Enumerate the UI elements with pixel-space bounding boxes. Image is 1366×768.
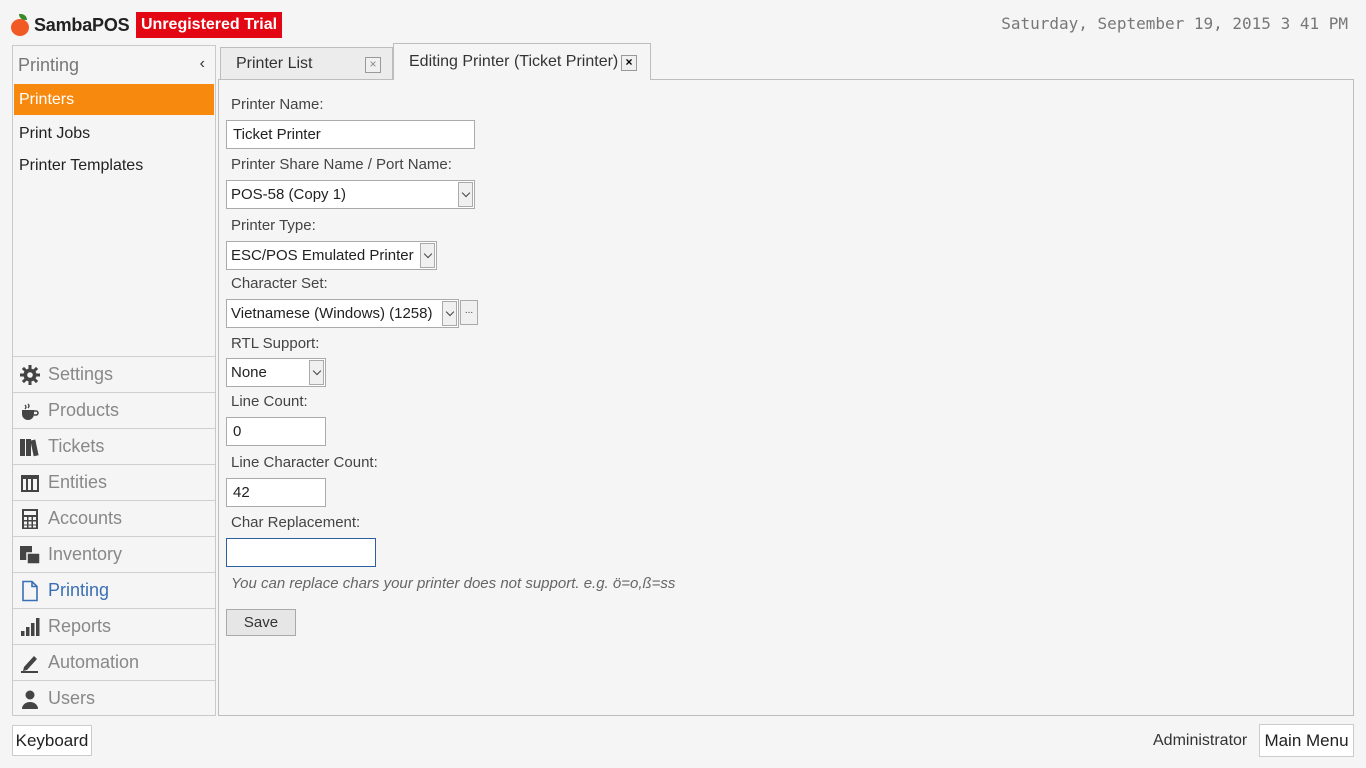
nav-label: Users [48, 688, 96, 708]
app-logo: SambaPOS [10, 12, 130, 38]
nav-automation[interactable]: Automation [13, 644, 215, 680]
nav-label: Tickets [48, 436, 105, 456]
nav-entities[interactable]: Entities [13, 464, 215, 500]
keyboard-button[interactable]: Keyboard [12, 725, 92, 756]
gear-icon [19, 364, 41, 386]
more-options-button[interactable]: ... [460, 300, 478, 325]
close-icon[interactable]: × [365, 57, 381, 73]
current-user: Administrator [1153, 732, 1248, 749]
printer-type-select[interactable]: ESC/POS Emulated Printer [226, 241, 437, 270]
nav-products[interactable]: Products [13, 392, 215, 428]
nav-label: Automation [48, 652, 140, 672]
books-icon [19, 436, 41, 458]
document-icon [19, 580, 41, 602]
nav-label: Printing [48, 580, 110, 600]
nav-label: Reports [48, 616, 112, 636]
editor-panel: Printer Name: Ticket Printer Printer Sha… [218, 79, 1354, 716]
tab-label: Printer List [236, 54, 313, 72]
share-name-select[interactable]: POS-58 (Copy 1) [226, 180, 475, 209]
calculator-icon [19, 508, 41, 530]
printer-name-label: Printer Name: [231, 96, 324, 113]
table-grid-icon [19, 472, 41, 494]
chevron-down-icon[interactable] [442, 301, 457, 326]
nav-users[interactable]: Users [13, 680, 215, 716]
boxes-icon [19, 544, 41, 566]
nav-settings[interactable]: Settings [13, 356, 215, 392]
pencil-icon [19, 652, 41, 674]
sidebar-item-printers[interactable]: Printers [14, 84, 214, 115]
main-menu-button[interactable]: Main Menu [1259, 724, 1354, 757]
chevron-down-icon[interactable] [309, 360, 324, 385]
nav-printing[interactable]: Printing [13, 572, 215, 608]
nav-label: Products [48, 400, 120, 420]
sidebar-item-print-jobs[interactable]: Print Jobs [14, 118, 214, 149]
close-icon[interactable]: × [621, 55, 637, 71]
datetime-display: Saturday, September 19, 2015 3 41 PM [1001, 14, 1348, 33]
user-icon [19, 688, 41, 710]
line-count-label: Line Count: [231, 393, 308, 410]
coffee-cup-icon [19, 400, 41, 422]
line-character-count-input[interactable]: 42 [226, 478, 326, 507]
chevron-down-icon[interactable] [420, 243, 435, 268]
nav-reports[interactable]: Reports [13, 608, 215, 644]
save-button[interactable]: Save [226, 609, 296, 636]
tab-label: Editing Printer (Ticket Printer) [409, 53, 619, 70]
tab-printer-list[interactable]: Printer List × [220, 47, 393, 79]
line-count-input[interactable]: 0 [226, 417, 326, 446]
tab-editing-printer[interactable]: Editing Printer (Ticket Printer) × [393, 43, 651, 80]
selected-value: None [231, 364, 267, 381]
selected-value: Vietnamese (Windows) (1258) [231, 305, 433, 322]
selected-value: ESC/POS Emulated Printer [231, 247, 414, 264]
share-name-label: Printer Share Name / Port Name: [231, 156, 452, 173]
nav-accounts[interactable]: Accounts [13, 500, 215, 536]
bar-chart-icon [19, 616, 41, 638]
nav-label: Settings [48, 364, 114, 384]
apple-logo-icon [10, 14, 30, 36]
nav-label: Accounts [48, 508, 123, 528]
nav-label: Entities [48, 472, 108, 492]
collapse-chevron-icon[interactable]: ‹ [200, 55, 205, 73]
printer-type-label: Printer Type: [231, 217, 316, 234]
character-set-select[interactable]: Vietnamese (Windows) (1258) [226, 299, 459, 328]
rtl-support-select[interactable]: None [226, 358, 326, 387]
sidebar-item-printer-templates[interactable]: Printer Templates [14, 150, 214, 181]
nav-inventory[interactable]: Inventory [13, 536, 215, 572]
selected-value: POS-58 (Copy 1) [231, 186, 347, 203]
sidebar-title: Printing [18, 54, 80, 75]
brand-name: SambaPOS [34, 14, 130, 35]
printer-name-input[interactable]: Ticket Printer [226, 120, 475, 149]
line-character-count-label: Line Character Count: [231, 454, 378, 471]
rtl-support-label: RTL Support: [231, 335, 320, 352]
char-replacement-input[interactable] [226, 538, 376, 567]
nav-label: Inventory [48, 544, 123, 564]
nav-tickets[interactable]: Tickets [13, 428, 215, 464]
char-replacement-hint: You can replace chars your printer does … [231, 575, 676, 592]
sidebar: Printing ‹ Printers Print Jobs Printer T… [12, 45, 216, 716]
char-replacement-label: Char Replacement: [231, 514, 361, 531]
chevron-down-icon[interactable] [458, 182, 473, 207]
trial-badge: Unregistered Trial [136, 12, 283, 38]
character-set-label: Character Set: [231, 275, 328, 292]
